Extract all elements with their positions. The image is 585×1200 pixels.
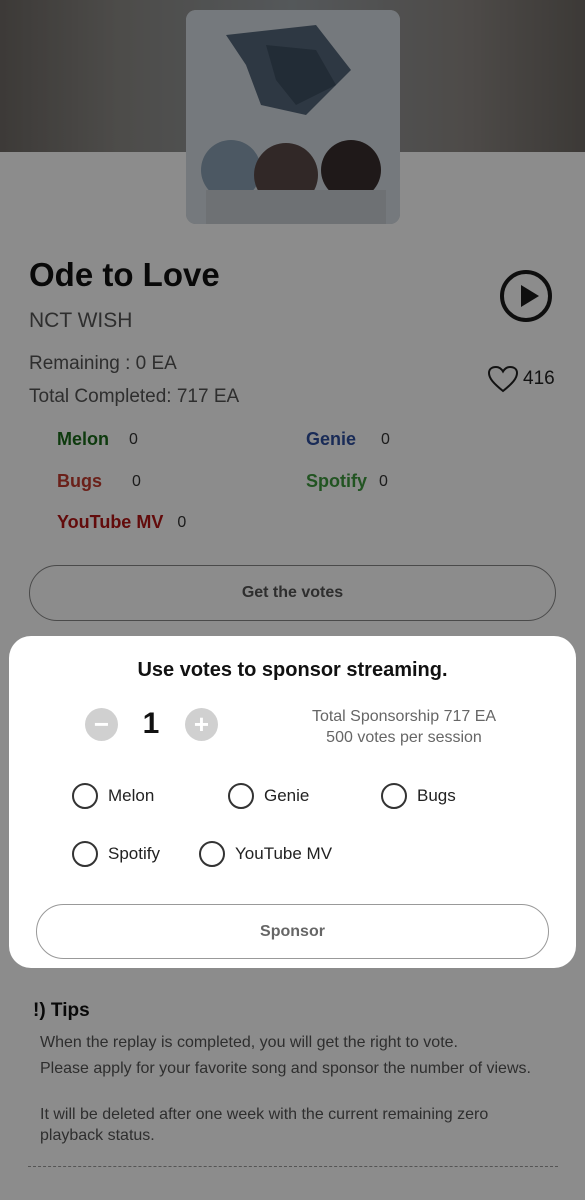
sponsor-modal: Use votes to sponsor streaming. − 1 + To… <box>9 636 576 968</box>
votes-per-session-text: 500 votes per session <box>326 729 482 746</box>
radio-label: Spotify <box>108 844 160 863</box>
total-sponsorship-text: Total Sponsorship 717 EA <box>311 708 497 725</box>
radio-label: Genie <box>264 786 310 805</box>
modal-backdrop[interactable] <box>0 0 585 1200</box>
radio-label: Bugs <box>417 786 456 805</box>
radio-circle[interactable] <box>72 783 98 809</box>
radio-spotify[interactable]: Spotify <box>72 841 160 867</box>
radio-label: YouTube MV <box>235 844 333 863</box>
increment-button[interactable]: + <box>185 708 218 741</box>
quantity-value: 1 <box>142 707 160 740</box>
radio-circle[interactable] <box>381 783 407 809</box>
radio-label: Melon <box>108 786 155 805</box>
radio-melon[interactable]: Melon <box>72 783 154 809</box>
sponsor-button[interactable]: Sponsor <box>36 904 549 959</box>
modal-title: Use votes to sponsor streaming. <box>137 659 448 681</box>
radio-youtube-mv[interactable]: YouTube MV <box>199 841 332 867</box>
radio-circle[interactable] <box>228 783 254 809</box>
radio-genie[interactable]: Genie <box>228 783 309 809</box>
radio-circle[interactable] <box>72 841 98 867</box>
decrement-button[interactable]: − <box>85 708 118 741</box>
sponsorship-info: Total Sponsorship 717 EA 500 votes per s… <box>279 706 529 748</box>
radio-circle[interactable] <box>199 841 225 867</box>
radio-bugs[interactable]: Bugs <box>381 783 456 809</box>
